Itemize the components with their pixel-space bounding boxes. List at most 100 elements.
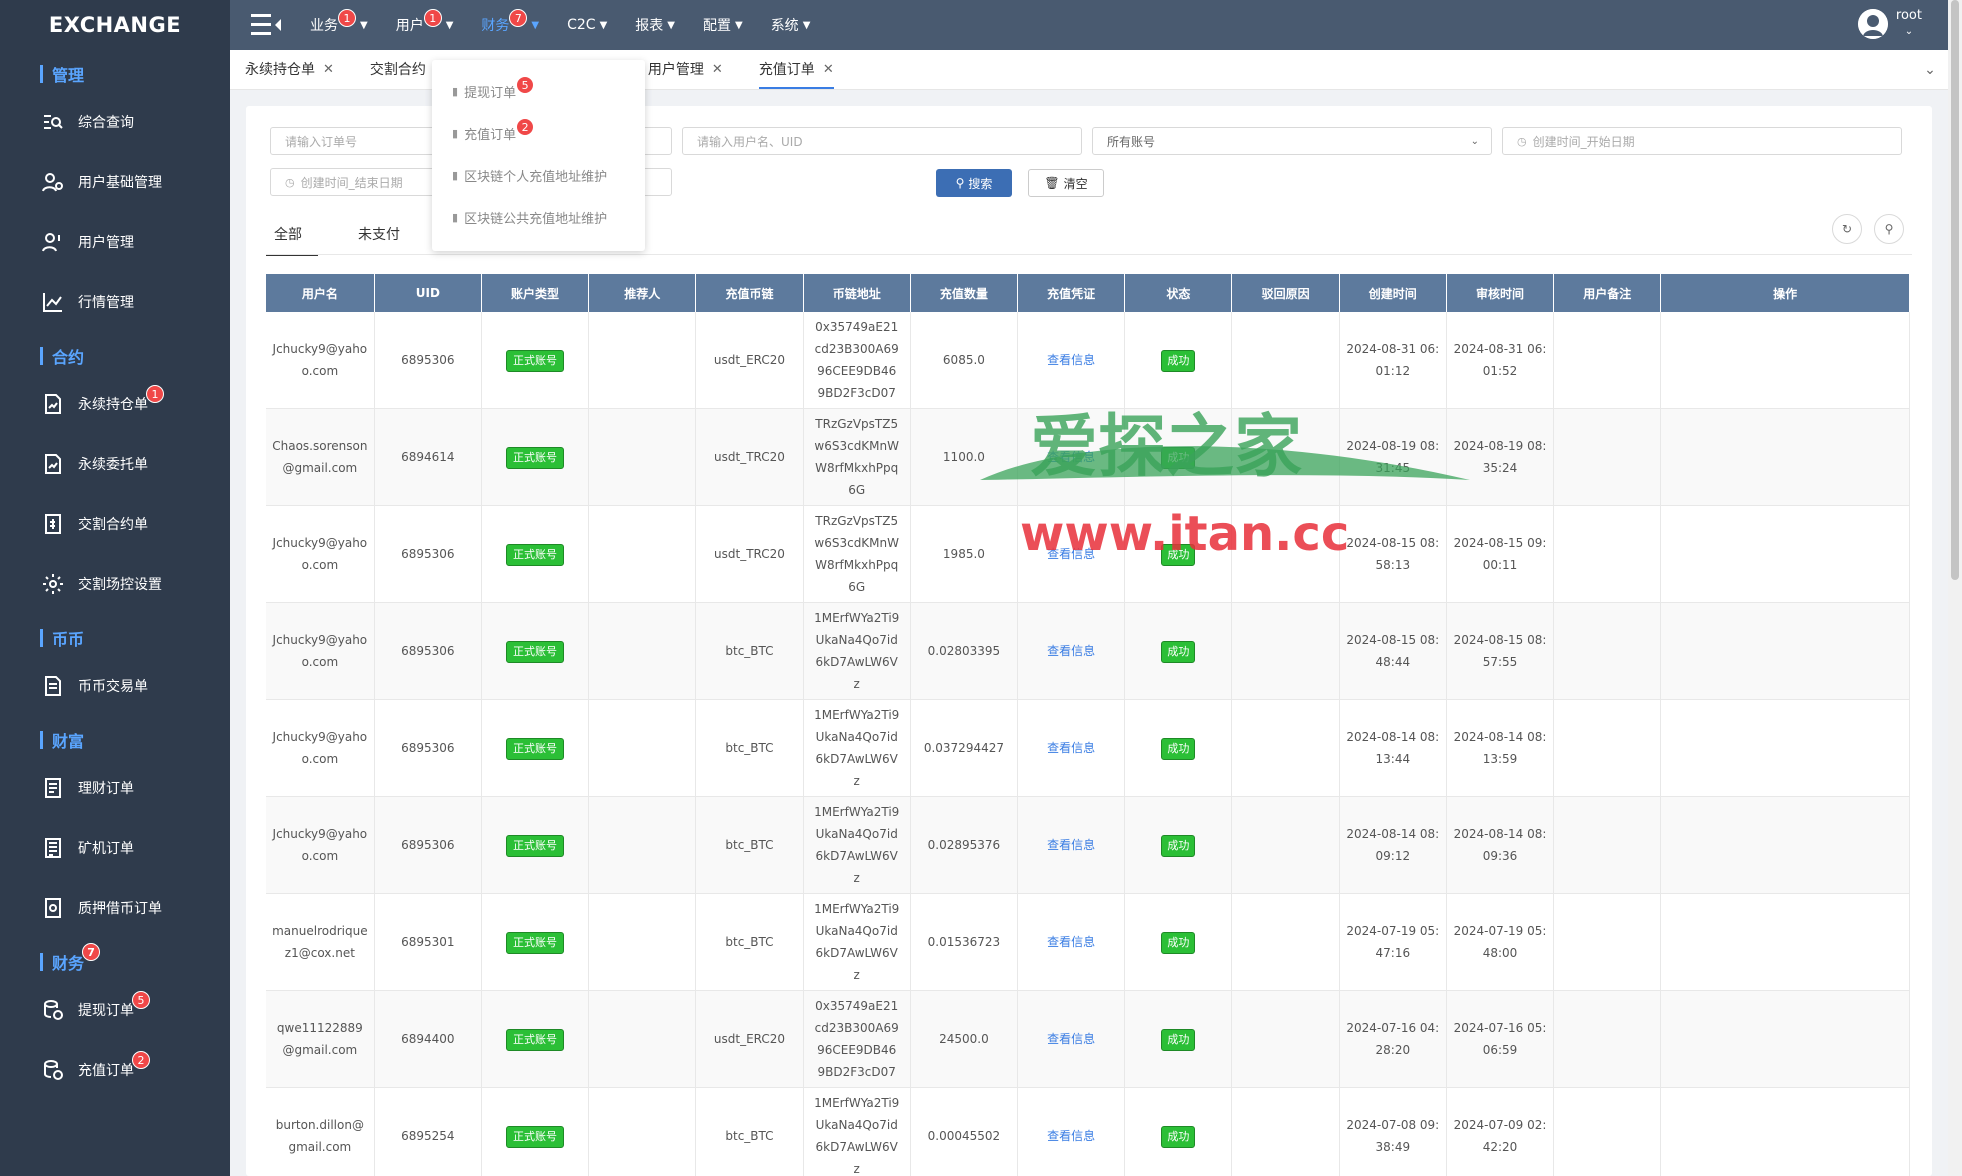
sidebar-item[interactable]: 用户基础管理: [0, 152, 230, 212]
cell-chain: usdt_ERC20: [695, 312, 804, 409]
cell-chain: usdt_TRC20: [695, 408, 804, 506]
column-header[interactable]: 充值凭证: [1017, 274, 1126, 312]
column-header[interactable]: 创建时间: [1339, 274, 1447, 312]
sidebar-item[interactable]: 提现订单 5: [0, 980, 230, 1040]
view-proof-link[interactable]: 查看信息: [1047, 644, 1095, 658]
column-header[interactable]: 审核时间: [1446, 274, 1555, 312]
view-proof-link[interactable]: 查看信息: [1047, 353, 1095, 367]
column-header[interactable]: 充值币链: [695, 274, 804, 312]
sidebar-item[interactable]: 理财订单: [0, 758, 230, 818]
cell-ref: [588, 796, 697, 894]
cell-reason: [1231, 602, 1340, 700]
account-type-tag: 正式账号: [506, 543, 565, 566]
topnav-item[interactable]: 财务 7 ▼: [481, 9, 539, 35]
topnav-item[interactable]: 用户 1 ▼: [396, 9, 453, 35]
cell-chain: btc_BTC: [695, 602, 804, 700]
sidebar-item[interactable]: 矿机订单: [0, 818, 230, 878]
topnav-item[interactable]: 系统 ▼: [771, 15, 811, 35]
refresh-icon[interactable]: ↻: [1832, 214, 1862, 244]
sidebar-item[interactable]: 充值订单 2: [0, 1040, 230, 1100]
sidebar-section-title: 币币: [0, 620, 230, 656]
view-proof-link[interactable]: 查看信息: [1047, 547, 1095, 561]
page-tab[interactable]: 永续持仓单 ✕: [230, 49, 349, 89]
recharge-table: 用户名 UID 账户类型 推荐人 充值币链 币链地址 充值数量 充值凭证 状态 驳回原因 创建时间审…: [266, 274, 1910, 1176]
dropdown-item[interactable]: ▮ 提现订单 5: [432, 70, 645, 112]
view-proof-link[interactable]: 查看信息: [1047, 450, 1095, 464]
doc-icon: ▮: [452, 168, 459, 182]
column-header[interactable]: 操作: [1660, 274, 1910, 312]
sidebar-item[interactable]: 质押借币订单: [0, 878, 230, 938]
view-proof-link[interactable]: 查看信息: [1047, 935, 1095, 949]
view-proof-link[interactable]: 查看信息: [1047, 1129, 1095, 1143]
view-proof-link[interactable]: 查看信息: [1047, 741, 1095, 755]
topnav-item[interactable]: C2C ▼: [567, 17, 607, 33]
page-tab[interactable]: 充值订单 ✕: [744, 49, 849, 89]
user-menu[interactable]: root ⌄: [1857, 8, 1922, 40]
cell-ref: [588, 602, 697, 700]
column-header[interactable]: 状态: [1124, 274, 1233, 312]
page-tab[interactable]: 用户管理 ✕: [633, 49, 738, 89]
table-row[interactable]: Jchucky9@yahoo.com 6895306 正式账号 btc_BTC 1MEr…: [266, 602, 1910, 700]
topnav-item[interactable]: 报表 ▼: [635, 15, 675, 35]
column-header[interactable]: 用户备注: [1553, 274, 1662, 312]
close-icon[interactable]: ✕: [823, 62, 834, 77]
table-row[interactable]: manuelrodriquez1@cox.net 6895301 正式账号 btc_B…: [266, 893, 1910, 991]
sidebar-item[interactable]: 交割合约单: [0, 494, 230, 554]
column-header[interactable]: 驳回原因: [1231, 274, 1340, 312]
item-badge: 5: [132, 991, 150, 1009]
dropdown-item[interactable]: ▮ 充值订单 2: [432, 112, 645, 154]
user-input[interactable]: 请输入用户名、UID: [682, 127, 1082, 155]
dropdown-item[interactable]: ▮ 区块链公共充值地址维护: [432, 196, 645, 238]
account-select[interactable]: 所有账号 ⌄: [1092, 127, 1492, 155]
table-row[interactable]: Jchucky9@yahoo.com 6895306 正式账号 usdt_TRC20 T…: [266, 505, 1910, 603]
page-scrollbar[interactable]: [1948, 0, 1962, 1176]
sidebar-item[interactable]: 交割场控设置: [0, 554, 230, 614]
column-header[interactable]: 账户类型: [481, 274, 590, 312]
topnav-item[interactable]: 业务 1 ▼: [310, 9, 368, 35]
column-header[interactable]: 币链地址: [803, 274, 911, 312]
close-icon[interactable]: ✕: [323, 62, 334, 77]
account-type-tag: 正式账号: [506, 446, 565, 469]
cell-ref: [588, 1087, 697, 1176]
tabs-more-icon[interactable]: ⌄: [1912, 50, 1948, 90]
table-row[interactable]: qwe11122889@gmail.com 6894400 正式账号 usdt_ERC…: [266, 990, 1910, 1088]
sidebar-item[interactable]: 综合查询: [0, 92, 230, 152]
column-header[interactable]: UID: [374, 274, 482, 312]
sidebar-item[interactable]: 永续持仓单 1: [0, 374, 230, 434]
cell-user: Jchucky9@yahoo.com: [266, 505, 375, 603]
app-logo: EXCHANGE: [48, 13, 182, 37]
column-header[interactable]: 推荐人: [588, 274, 697, 312]
cell-chain: btc_BTC: [695, 1087, 804, 1176]
sidebar-item[interactable]: 行情管理: [0, 272, 230, 332]
address-cell: 1MErfWYa2Ti9UkaNa4Qo7id6kD7AwLW6Vz: [803, 1087, 911, 1176]
cell-reviewed: 2024-07-09 02:42:20: [1446, 1087, 1555, 1176]
sidebar-item[interactable]: 币币交易单: [0, 656, 230, 716]
table-row[interactable]: burton.dillon@gmail.com 6895254 正式账号 btc_BT…: [266, 1087, 1910, 1176]
clear-button[interactable]: 🗑 清空: [1028, 169, 1104, 197]
column-header[interactable]: 充值数量: [910, 274, 1019, 312]
menu-toggle-icon[interactable]: [242, 0, 292, 50]
sidebar-item[interactable]: 永续委托单: [0, 434, 230, 494]
table-row[interactable]: Jchucky9@yahoo.com 6895306 正式账号 btc_BTC 1MEr…: [266, 796, 1910, 894]
column-header[interactable]: 用户名: [266, 274, 375, 312]
action-cell: [1660, 408, 1910, 506]
table-row[interactable]: Jchucky9@yahoo.com 6895306 正式账号 usdt_ERC20 0…: [266, 312, 1910, 409]
start-date-input[interactable]: ◷ 创建时间_开始日期: [1502, 127, 1902, 155]
search-button[interactable]: ⚲ 搜索: [936, 169, 1012, 197]
sidebar-item[interactable]: 用户管理: [0, 212, 230, 272]
view-proof-link[interactable]: 查看信息: [1047, 838, 1095, 852]
table-row[interactable]: Chaos.sorenson@gmail.com 6894614 正式账号 usdt_…: [266, 408, 1910, 506]
close-icon[interactable]: ✕: [712, 62, 723, 77]
status-badge: 成功: [1161, 446, 1196, 469]
cell-reason: [1231, 990, 1340, 1088]
dropdown-item[interactable]: ▮ 区块链个人充值地址维护: [432, 154, 645, 196]
topnav-item[interactable]: 配置 ▼: [703, 15, 743, 35]
topnav-badge: 7: [509, 9, 528, 27]
cell-reason: [1231, 796, 1340, 894]
subtab-unpaid[interactable]: 未支付: [350, 218, 408, 250]
view-proof-link[interactable]: 查看信息: [1047, 1032, 1095, 1046]
search-toggle-icon[interactable]: ⚲: [1874, 214, 1904, 244]
finance-doc-icon: [40, 775, 66, 801]
subtab-all[interactable]: 全部: [266, 218, 318, 256]
table-row[interactable]: Jchucky9@yahoo.com 6895306 正式账号 btc_BTC 1MEr…: [266, 699, 1910, 797]
